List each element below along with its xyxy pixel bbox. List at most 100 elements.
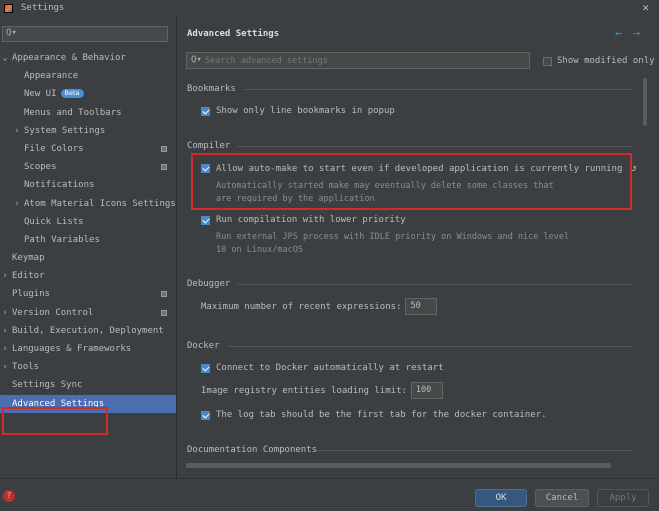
chevron-right-icon[interactable]: › xyxy=(0,358,10,376)
lower-priority-desc-line-2: 10 on Linux/macOS xyxy=(216,245,303,255)
chevron-right-icon[interactable]: › xyxy=(0,340,10,358)
cancel-button[interactable]: Cancel xyxy=(535,489,589,507)
main-panel: Advanced Settings ← → Q▾ Show modified o… xyxy=(177,16,659,478)
sidebar-item-settings-sync[interactable]: Settings Sync xyxy=(0,376,176,394)
registry-limit-label: Image registry entities loading limit: xyxy=(201,385,407,396)
sidebar-item-version-control[interactable]: › Version Control xyxy=(0,304,176,322)
search-icon: Q▾ xyxy=(6,28,17,38)
section-divider xyxy=(237,284,633,285)
chevron-right-icon[interactable]: › xyxy=(0,267,10,285)
horizontal-scrollbar[interactable] xyxy=(186,463,611,468)
highlight-box-auto-make xyxy=(191,153,632,210)
sidebar-item-label: Notifications xyxy=(24,180,95,191)
docker-connect-checkbox[interactable] xyxy=(201,363,210,373)
sidebar-item-label: Build, Execution, Deployment xyxy=(12,325,164,336)
sidebar-item-label: Keymap xyxy=(12,253,45,264)
show-modified-only-toggle[interactable]: Show modified only xyxy=(543,56,655,66)
window-title: Settings xyxy=(21,3,65,13)
section-divider xyxy=(317,450,633,451)
sidebar-item-tools[interactable]: › Tools xyxy=(0,358,176,376)
chevron-right-icon[interactable]: › xyxy=(12,195,22,213)
sidebar-item-keymap[interactable]: Keymap xyxy=(0,249,176,267)
help-icon[interactable]: ? xyxy=(3,490,15,502)
sidebar-item-label: System Settings xyxy=(24,125,106,136)
sidebar-item-label: Plugins xyxy=(12,289,50,300)
lower-priority-checkbox[interactable] xyxy=(201,215,210,225)
option-docker-connect[interactable]: Connect to Docker automatically at resta… xyxy=(201,363,444,373)
option-docker-log-tab[interactable]: The log tab should be the first tab for … xyxy=(201,410,547,420)
chevron-right-icon[interactable]: › xyxy=(12,122,22,140)
sidebar-item-file-colors[interactable]: File Colors xyxy=(0,140,176,158)
intellij-logo-icon xyxy=(4,3,13,13)
sidebar-item-atom-material-icons-settings[interactable]: › Atom Material Icons Settings xyxy=(0,195,176,213)
registry-limit-input[interactable]: 100 xyxy=(410,382,443,399)
highlight-box-advanced-settings xyxy=(2,407,108,435)
option-max-expressions: Maximum number of recent expressions: 50 xyxy=(201,298,438,315)
sidebar-item-label: Atom Material Icons Settings xyxy=(24,198,176,209)
sidebar-item-path-variables[interactable]: Path Variables xyxy=(0,231,176,249)
option-registry-limit: Image registry entities loading limit: 1… xyxy=(201,382,443,399)
sidebar-item-appearance-behavior[interactable]: ⌄ Appearance & Behavior xyxy=(0,49,176,67)
sidebar-item-notifications[interactable]: Notifications xyxy=(0,176,176,194)
sidebar-item-build-execution-deployment[interactable]: › Build, Execution, Deployment xyxy=(0,322,176,340)
dialog-footer: ? OK Cancel Apply xyxy=(0,478,659,511)
section-divider xyxy=(243,89,633,90)
sidebar-item-plugins[interactable]: Plugins xyxy=(0,285,176,303)
sidebar-item-editor[interactable]: › Editor xyxy=(0,267,176,285)
docker-log-tab-checkbox[interactable] xyxy=(201,410,210,420)
sidebar-item-appearance[interactable]: Appearance xyxy=(0,67,176,85)
title-bar: Settings ✕ xyxy=(0,0,659,16)
settings-tree: ⌄ Appearance & Behavior Appearance New UI Be… xyxy=(0,49,176,413)
chevron-down-icon[interactable]: ⌄ xyxy=(0,49,10,67)
sidebar-item-label: Settings Sync xyxy=(12,380,83,391)
line-bookmarks-checkbox[interactable] xyxy=(201,106,210,116)
beta-badge: Beta xyxy=(60,89,84,99)
option-lower-priority[interactable]: Run compilation with lower priority xyxy=(201,215,406,225)
max-expressions-input[interactable]: 50 xyxy=(405,298,438,315)
line-bookmarks-label: Show only line bookmarks in popup xyxy=(216,106,395,116)
sidebar-item-menus-and-toolbars[interactable]: Menus and Toolbars xyxy=(0,104,176,122)
search-icon: Q▾ xyxy=(191,55,202,65)
show-modified-checkbox[interactable] xyxy=(543,56,552,66)
vertical-scrollbar[interactable] xyxy=(643,78,647,126)
advanced-search-input[interactable] xyxy=(205,54,525,67)
section-title-bookmarks: Bookmarks xyxy=(187,84,236,94)
back-arrow-icon[interactable]: ← xyxy=(615,26,622,40)
ok-button[interactable]: OK xyxy=(475,489,527,507)
forward-arrow-icon[interactable]: → xyxy=(633,26,640,40)
sidebar-item-languages-frameworks[interactable]: › Languages & Frameworks xyxy=(0,340,176,358)
docker-connect-label: Connect to Docker automatically at resta… xyxy=(216,363,444,373)
docker-log-tab-label: The log tab should be the first tab for … xyxy=(216,410,547,420)
lower-priority-description: Run external JPS process with IDLE prior… xyxy=(216,231,569,257)
close-icon[interactable]: ✕ xyxy=(642,1,649,14)
sidebar-item-label: Version Control xyxy=(12,307,94,318)
sidebar-item-quick-lists[interactable]: Quick Lists xyxy=(0,213,176,231)
advanced-search-field[interactable]: Q▾ xyxy=(186,52,530,69)
section-title-compiler: Compiler xyxy=(187,141,231,151)
sidebar-search-input[interactable]: Q▾ xyxy=(2,26,168,42)
max-expressions-label: Maximum number of recent expressions: xyxy=(201,301,402,312)
sidebar-item-system-settings[interactable]: › System Settings xyxy=(0,122,176,140)
option-line-bookmarks[interactable]: Show only line bookmarks in popup xyxy=(201,106,395,116)
sidebar-item-label: New UI Beta xyxy=(24,85,84,103)
section-title-debugger: Debugger xyxy=(187,279,231,289)
sidebar-item-label: Tools xyxy=(12,362,40,373)
sidebar-item-label: Appearance & Behavior xyxy=(12,53,126,63)
sidebar-item-label: Editor xyxy=(12,271,45,282)
section-divider xyxy=(227,346,633,347)
sidebar-item-label: Appearance xyxy=(24,71,79,82)
sidebar-item-label: Quick Lists xyxy=(24,216,84,227)
chevron-right-icon[interactable]: › xyxy=(0,304,10,322)
sidebar-item-new-ui[interactable]: New UI Beta xyxy=(0,85,176,103)
page-title: Advanced Settings xyxy=(187,29,280,39)
project-settings-icon xyxy=(161,309,167,316)
chevron-right-icon[interactable]: › xyxy=(0,322,10,340)
sidebar-item-label: File Colors xyxy=(24,143,84,154)
apply-button[interactable]: Apply xyxy=(597,489,649,507)
sidebar-item-scopes[interactable]: Scopes xyxy=(0,158,176,176)
section-divider xyxy=(237,146,633,147)
project-settings-icon xyxy=(161,145,167,152)
sidebar-item-label: Scopes xyxy=(24,162,57,173)
section-title-documentation: Documentation Components xyxy=(187,445,318,455)
lower-priority-desc-line-1: Run external JPS process with IDLE prior… xyxy=(216,232,570,242)
